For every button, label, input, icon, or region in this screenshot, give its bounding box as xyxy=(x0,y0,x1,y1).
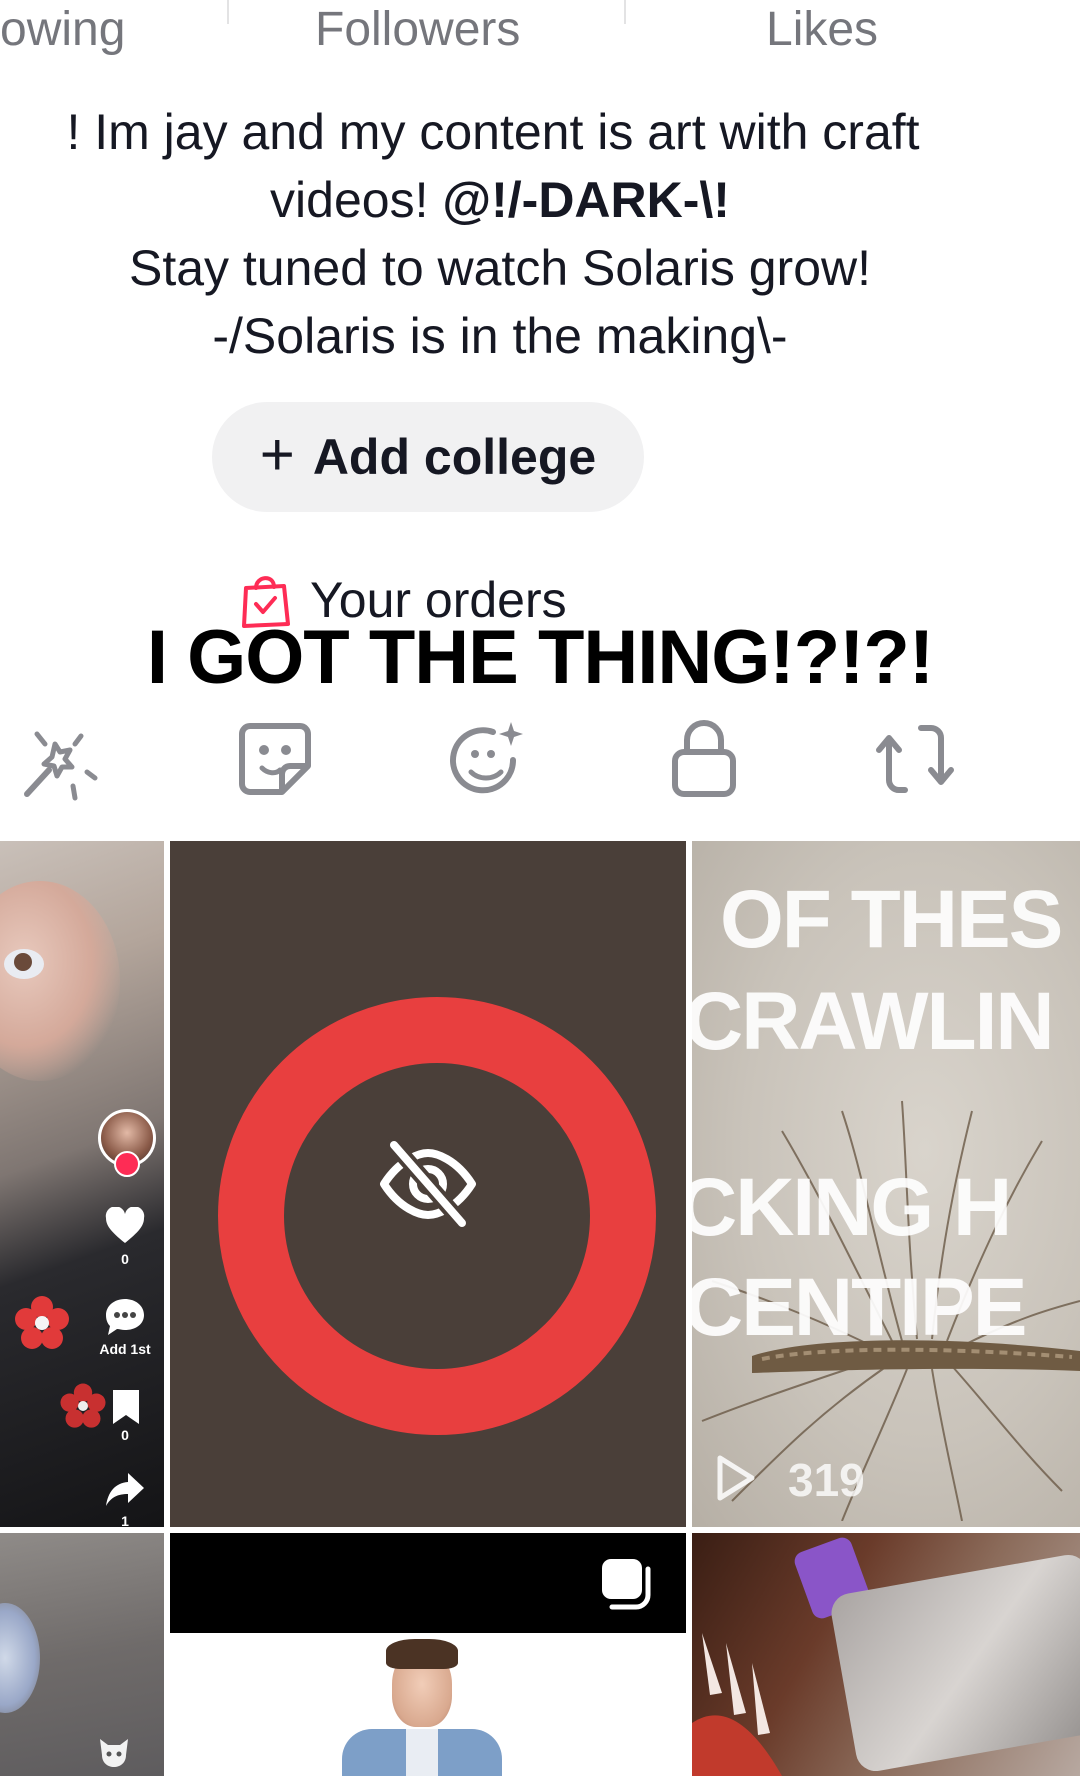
like-count: 0 xyxy=(121,1251,129,1267)
bio-line-1: ! Im jay and my content is art with craf… xyxy=(66,104,920,160)
stat-divider xyxy=(227,0,229,24)
thumbnail-face xyxy=(0,881,120,1081)
bio-text: videos! xyxy=(270,172,443,228)
overlay-line-2: CRAWLIN xyxy=(692,976,1055,1067)
stat-likes-label[interactable]: Likes xyxy=(766,0,878,60)
save-count: 0 xyxy=(121,1427,129,1443)
flower-print-icon xyxy=(60,1383,106,1428)
video-tile[interactable]: 0 Add 1st 0 1 xyxy=(0,841,164,1527)
play-icon xyxy=(717,1455,755,1501)
stat-divider xyxy=(624,0,626,24)
video-tile[interactable]: OF THES CRAWLIN CKING H CENTIPE 319 xyxy=(692,841,1080,1527)
video-tile[interactable] xyxy=(0,1533,164,1776)
comment-icon xyxy=(106,1299,144,1335)
stat-following-label[interactable]: owing xyxy=(0,0,125,60)
video-tile[interactable] xyxy=(692,1533,1080,1776)
flower-print-icon xyxy=(15,1296,69,1349)
thumbnail-object xyxy=(0,1603,40,1713)
multi-photo-icon xyxy=(602,1559,651,1610)
share-count: 1 xyxy=(121,1513,129,1527)
caption-overlay-text: I GOT THE THING!?!?! xyxy=(146,615,934,700)
comment-label: Add 1st xyxy=(99,1341,151,1357)
sticker-icon[interactable] xyxy=(230,714,320,804)
follow-badge-icon xyxy=(114,1151,140,1177)
plus-icon: + xyxy=(259,420,295,488)
bio-mention-link[interactable]: @!/-DARK-\! xyxy=(442,172,730,228)
video-tile-hidden[interactable] xyxy=(170,841,686,1527)
stat-followers-label[interactable]: Followers xyxy=(315,0,520,60)
heart-icon xyxy=(105,1207,145,1243)
overlay-line-3: CKING H xyxy=(692,1162,1012,1253)
magic-wand-icon[interactable] xyxy=(15,714,105,804)
cat-figure-icon xyxy=(100,1739,128,1767)
thumbnail-pupil xyxy=(14,953,32,971)
person-shirt xyxy=(406,1729,438,1776)
add-college-button[interactable]: + Add college xyxy=(212,402,644,512)
bio-line-2: videos! @!/-DARK-\! xyxy=(0,166,1000,234)
overlay-line-4: CENTIPE xyxy=(692,1262,1027,1353)
bio-line-3: Stay tuned to watch Solaris grow! xyxy=(128,240,872,296)
play-count: 319 xyxy=(788,1454,865,1506)
bookmark-icon xyxy=(113,1390,139,1424)
claw-image xyxy=(692,1633,782,1776)
person-hair xyxy=(386,1639,458,1669)
repost-icon[interactable] xyxy=(875,714,965,804)
share-icon xyxy=(106,1473,144,1506)
overlay-line-1: OF THES xyxy=(720,874,1063,965)
bio-line-4: -/Solaris is in the making\- xyxy=(212,308,788,364)
eye-slash-icon xyxy=(380,1139,476,1229)
video-tile[interactable] xyxy=(170,1533,686,1776)
add-college-label: Add college xyxy=(312,429,597,485)
profile-bio: ! Im jay and my content is art with craf… xyxy=(0,98,1000,370)
face-sparkle-icon[interactable] xyxy=(443,714,533,804)
lock-icon[interactable] xyxy=(659,714,749,804)
